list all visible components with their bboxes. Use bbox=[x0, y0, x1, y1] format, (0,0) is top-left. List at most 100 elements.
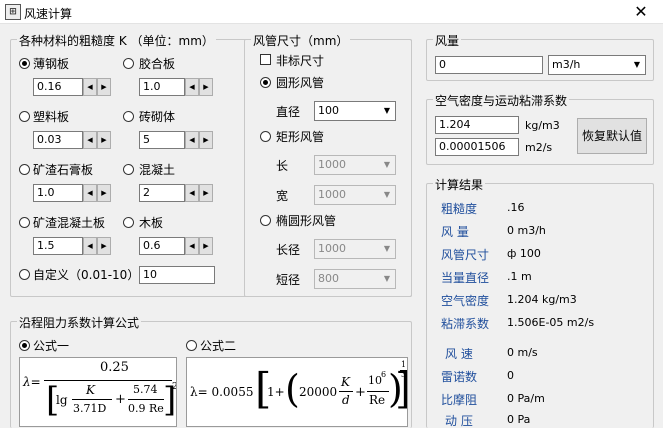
airflow-input[interactable]: 0 bbox=[435, 56, 543, 74]
result-label-viscosity: 粘滞系数 bbox=[441, 317, 490, 331]
radio-plywood[interactable] bbox=[123, 58, 134, 69]
diameter-label: 直径 bbox=[276, 105, 301, 119]
wood-board-value-field[interactable]: 0.6 bbox=[139, 237, 185, 255]
result-label-dynamic-pressure: 动 压 bbox=[445, 414, 473, 428]
viscosity-input[interactable]: 0.00001506 bbox=[435, 138, 519, 156]
f2-k-fraction-bar bbox=[339, 391, 353, 392]
brick-increment-button[interactable]: ▶ bbox=[199, 131, 213, 149]
window-title: 风速计算 bbox=[24, 7, 73, 21]
slag-concrete-value-field[interactable]: 1.5 bbox=[33, 237, 83, 255]
plywood-increment-button[interactable]: ▶ bbox=[199, 78, 213, 96]
f1-exponent: 2 bbox=[172, 382, 176, 392]
radio-concrete[interactable] bbox=[123, 164, 134, 175]
brick-value-field[interactable]: 5 bbox=[139, 131, 185, 149]
label-plywood: 胶合板 bbox=[139, 57, 176, 71]
round-duct-radio[interactable] bbox=[260, 77, 271, 88]
oval-duct-radio[interactable] bbox=[260, 215, 271, 226]
rect-duct-radio[interactable] bbox=[260, 131, 271, 142]
steel-sheet-increment-button[interactable]: ▶ bbox=[97, 78, 111, 96]
formula-one-image[interactable]: λ= 0.25 [ lg K 3.71D + 5.74 0.9 Re ] 2 bbox=[19, 357, 177, 427]
steel-sheet-decrement-button[interactable]: ◀ bbox=[83, 78, 97, 96]
slag-gypsum-value-field[interactable]: 1.0 bbox=[33, 184, 83, 202]
wood-board-decrement-button[interactable]: ◀ bbox=[185, 237, 199, 255]
radio-brick[interactable] bbox=[123, 111, 134, 122]
label-slag-gypsum: 矿渣石膏板 bbox=[33, 163, 94, 177]
f1-re: 0.9 Re bbox=[128, 402, 164, 415]
width-select[interactable]: 1000 ▼ bbox=[314, 185, 396, 205]
label-custom: 自定义（0.01-10） bbox=[33, 268, 140, 282]
close-button[interactable]: ✕ bbox=[619, 0, 663, 24]
slag-gypsum-decrement-button[interactable]: ◀ bbox=[83, 184, 97, 202]
formula-one-radio[interactable] bbox=[19, 340, 30, 351]
result-label-air-density: 空气密度 bbox=[441, 294, 490, 308]
formula-one-label: 公式一 bbox=[33, 339, 70, 353]
chevron-down-icon: ▼ bbox=[383, 160, 391, 169]
brick-decrement-button[interactable]: ◀ bbox=[185, 131, 199, 149]
result-label-equivalent-diameter: 当量直径 bbox=[441, 271, 490, 285]
f2-plus: + bbox=[355, 385, 366, 400]
formula-two-label: 公式二 bbox=[200, 339, 237, 353]
slag-gypsum-increment-button[interactable]: ▶ bbox=[97, 184, 111, 202]
chevron-down-icon: ▼ bbox=[633, 60, 641, 69]
major-axis-select-value: 1000 bbox=[318, 242, 346, 255]
concrete-increment-button[interactable]: ▶ bbox=[199, 184, 213, 202]
f2-k: K bbox=[341, 375, 350, 389]
wood-board-increment-button[interactable]: ▶ bbox=[199, 237, 213, 255]
radio-steel-sheet[interactable] bbox=[19, 58, 30, 69]
round-duct-label: 圆形风管 bbox=[276, 76, 325, 90]
steel-sheet-value-field[interactable]: 0.16 bbox=[33, 78, 83, 96]
result-value-friction-loss: 0 Pa/m bbox=[507, 392, 545, 405]
label-wood-board: 木板 bbox=[139, 216, 164, 230]
f2-d: d bbox=[342, 393, 350, 407]
f1-k-fraction-bar bbox=[72, 399, 112, 400]
plywood-decrement-button[interactable]: ◀ bbox=[185, 78, 199, 96]
app-icon: ⊞ bbox=[5, 4, 21, 20]
plastic-sheet-decrement-button[interactable]: ◀ bbox=[83, 131, 97, 149]
concrete-decrement-button[interactable]: ◀ bbox=[185, 184, 199, 202]
result-label-friction-loss: 比摩阻 bbox=[441, 393, 478, 407]
result-value-duct-size: ф 100 bbox=[507, 247, 541, 260]
radio-slag-concrete[interactable] bbox=[19, 217, 30, 228]
formula-two-image[interactable]: λ= 0.0055 [ 1+ ( 20000 K d + 10 6 Re ) ]… bbox=[186, 357, 408, 427]
chevron-down-icon: ▼ bbox=[383, 106, 391, 115]
roughness-group-title: 各种材料的粗糙度 K （单位：mm） bbox=[17, 32, 216, 49]
radio-custom[interactable] bbox=[19, 269, 30, 280]
radio-wood-board[interactable] bbox=[123, 217, 134, 228]
title-bar: ⊞ 风速计算 ✕ bbox=[0, 0, 663, 24]
radio-slag-gypsum[interactable] bbox=[19, 164, 30, 175]
slag-concrete-increment-button[interactable]: ▶ bbox=[97, 237, 111, 255]
oval-duct-label: 椭圆形风管 bbox=[276, 214, 337, 228]
length-select[interactable]: 1000 ▼ bbox=[314, 155, 396, 175]
slag-concrete-decrement-button[interactable]: ◀ bbox=[83, 237, 97, 255]
major-axis-select[interactable]: 1000 ▼ bbox=[314, 239, 396, 259]
plywood-value-field[interactable]: 1.0 bbox=[139, 78, 185, 96]
plastic-sheet-value-field[interactable]: 0.03 bbox=[33, 131, 83, 149]
airflow-unit-select[interactable]: m3/h ▼ bbox=[548, 55, 646, 75]
nonstandard-size-checkbox[interactable] bbox=[260, 54, 271, 65]
result-value-airflow: 0 m3/h bbox=[507, 224, 546, 237]
plastic-sheet-increment-button[interactable]: ▶ bbox=[97, 131, 111, 149]
concrete-value-field[interactable]: 2 bbox=[139, 184, 185, 202]
air-density-input[interactable]: 1.204 bbox=[435, 116, 519, 134]
custom-roughness-input[interactable]: 10 bbox=[139, 266, 215, 284]
diameter-select-value: 100 bbox=[318, 104, 339, 117]
formula-two-radio[interactable] bbox=[186, 340, 197, 351]
label-brick: 砖砌体 bbox=[139, 110, 176, 124]
results-group: 计算结果 粗糙度 .16 风 量 0 m3/h 风管尺寸 ф 100 当量直径 … bbox=[426, 176, 654, 428]
length-label: 长 bbox=[276, 159, 289, 173]
reset-defaults-button[interactable]: 恢复默认值 bbox=[577, 118, 647, 154]
result-value-velocity: 0 m/s bbox=[507, 346, 538, 359]
results-group-title: 计算结果 bbox=[433, 176, 486, 193]
result-label-reynolds: 雷诺数 bbox=[441, 370, 478, 384]
diameter-select[interactable]: 100 ▼ bbox=[314, 101, 396, 121]
result-value-air-density: 1.204 kg/m3 bbox=[507, 293, 577, 306]
result-value-equivalent-diameter: .1 m bbox=[507, 270, 532, 283]
duct-size-group-title: 风管尺寸（mm） bbox=[251, 32, 351, 49]
f1-k: K bbox=[86, 383, 95, 397]
width-select-value: 1000 bbox=[318, 188, 346, 201]
chevron-down-icon: ▼ bbox=[383, 190, 391, 199]
airflow-group-title: 风量 bbox=[433, 32, 462, 49]
minor-axis-select[interactable]: 800 ▼ bbox=[314, 269, 396, 289]
f2-lambda: λ= 0.0055 bbox=[190, 385, 254, 399]
radio-plastic-sheet[interactable] bbox=[19, 111, 30, 122]
